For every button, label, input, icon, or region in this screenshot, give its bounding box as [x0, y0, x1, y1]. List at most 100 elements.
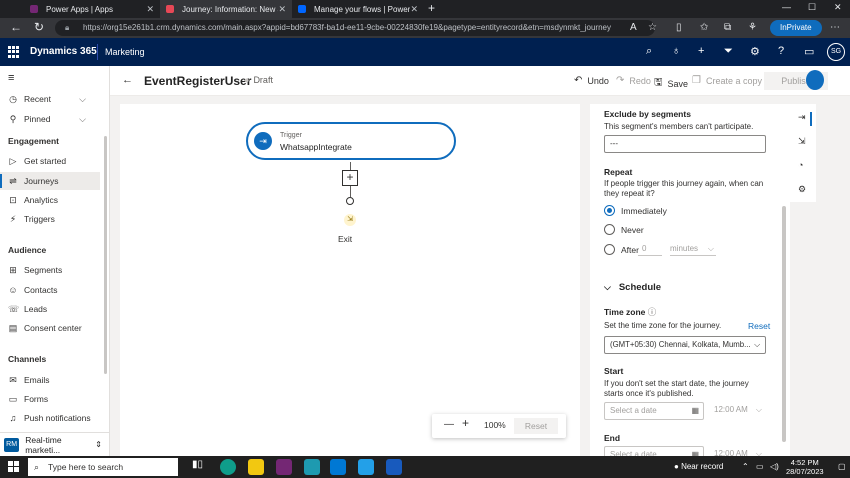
task-view-icon[interactable]: ▮▯: [192, 459, 208, 475]
app-launcher-icon[interactable]: [8, 46, 20, 58]
sidebar-item-recent[interactable]: ◷ Recent ⌵: [0, 90, 100, 108]
after-unit-select[interactable]: minutes ⌵: [670, 242, 716, 256]
chat-icon[interactable]: ▭: [804, 45, 814, 58]
sidebar-item-get-started[interactable]: ▷ Get started: [0, 152, 100, 170]
back-arrow-icon[interactable]: ←: [122, 74, 133, 86]
powerapps-icon[interactable]: [276, 459, 292, 475]
calendar-icon: ▦: [691, 406, 699, 415]
properties-icon[interactable]: ⇥: [798, 112, 806, 123]
sidebar-item-forms[interactable]: ▭ Forms: [0, 390, 100, 408]
undo-button[interactable]: ↶ Undo: [574, 75, 609, 86]
radio-after[interactable]: After: [604, 244, 639, 255]
minimize-icon[interactable]: —: [782, 2, 791, 12]
close-icon[interactable]: ✕: [410, 4, 418, 15]
sidebar-item-push-notifications[interactable]: ♫ Push notifications: [0, 409, 100, 427]
sidebar-item-consent-center[interactable]: ▤ Consent center: [0, 319, 100, 337]
taskbar-clock[interactable]: 4:52 PM 28/07/2023: [786, 458, 824, 476]
windows-start-icon[interactable]: [8, 461, 19, 472]
sidebar-item-contacts[interactable]: ☺ Contacts: [0, 281, 100, 299]
zoom-reset-button[interactable]: Reset: [514, 418, 558, 434]
sidebar-item-label: Emails: [24, 375, 50, 385]
panel-scrollbar[interactable]: [782, 206, 786, 442]
end-date-input[interactable]: Select a date ▦: [604, 446, 704, 456]
timezone-reset-link[interactable]: Reset: [748, 321, 770, 331]
zoom-in-button[interactable]: +: [462, 416, 469, 430]
end-time-select[interactable]: 12:00 AM ⌵: [710, 446, 766, 456]
browser-tab[interactable]: Manage your flows | Power Auto ✕: [292, 0, 424, 18]
url-field[interactable]: 🔒︎ https://org15e261b1.crm.dynamics.com/…: [55, 20, 655, 36]
close-icon[interactable]: ✕: [146, 4, 154, 15]
copilot-icon[interactable]: [806, 70, 824, 90]
lightbulb-icon[interactable]: ♁: [672, 45, 680, 57]
after-value-input[interactable]: 0: [638, 242, 662, 256]
tab-title: Manage your flows | Power Auto: [314, 4, 411, 14]
sidebar-item-emails[interactable]: ✉ Emails: [0, 371, 100, 389]
favorite-star-icon[interactable]: ☆: [648, 22, 657, 33]
area-switcher[interactable]: RM Real-time marketi... ⇕: [0, 432, 110, 456]
chevron-up-icon[interactable]: ⌃: [742, 462, 749, 471]
trigger-tile[interactable]: ⇥ Trigger WhatsappIntegrate: [246, 122, 456, 160]
sidebar-item-leads[interactable]: ☏ Leads: [0, 300, 100, 318]
add-step-button[interactable]: +: [342, 170, 358, 186]
sidebar-item-pinned[interactable]: ⚲ Pinned ⌵: [0, 110, 100, 128]
info-icon[interactable]: ⓘ: [648, 307, 657, 317]
add-icon[interactable]: +: [698, 45, 704, 57]
avatar[interactable]: SG: [827, 43, 845, 61]
radio-never[interactable]: Never: [604, 224, 644, 235]
start-date-input[interactable]: Select a date ▦: [604, 402, 704, 420]
file-explorer-icon[interactable]: [248, 459, 264, 475]
create-copy-button[interactable]: ❐ Create a copy: [692, 75, 762, 86]
notifications-icon[interactable]: ▢: [838, 462, 846, 471]
close-window-icon[interactable]: ✕: [834, 2, 842, 13]
start-time-select[interactable]: 12:00 AM ⌵: [710, 402, 766, 420]
help-icon[interactable]: ?: [778, 45, 784, 57]
settings-gear-icon[interactable]: ⚙: [750, 45, 760, 58]
read-aloud-icon[interactable]: A: [630, 22, 637, 33]
collections-icon[interactable]: ⧉: [724, 22, 731, 33]
filter-icon[interactable]: ⏷: [724, 45, 733, 58]
edge-browser-icon[interactable]: [220, 459, 236, 475]
volume-icon[interactable]: ◁): [770, 462, 779, 471]
split-screen-icon[interactable]: ▯: [676, 22, 682, 33]
battery-icon[interactable]: ▭: [756, 462, 764, 471]
sidebar-item-triggers[interactable]: ⚡︎ Triggers: [0, 210, 100, 228]
browser-tab[interactable]: Power Apps | Apps ✕: [24, 0, 160, 18]
favorites-icon[interactable]: ✩: [700, 22, 708, 33]
sidebar-scrollbar[interactable]: [104, 136, 107, 374]
browser-tab-active[interactable]: Journey: Information: New Journ ✕: [160, 0, 292, 18]
group-heading-channels: Channels: [8, 354, 47, 364]
redo-button[interactable]: ↷ Redo: [616, 75, 651, 86]
app-icon[interactable]: [304, 459, 320, 475]
save-button[interactable]: 🖫︎ Save: [654, 75, 688, 92]
new-tab-icon[interactable]: +: [428, 1, 435, 15]
settings-gear-icon[interactable]: ⚙: [798, 184, 806, 195]
extensions-icon[interactable]: ⚘: [748, 22, 757, 33]
sidebar-item-journeys[interactable]: ⇌ Journeys: [0, 172, 100, 190]
radio-immediately[interactable]: Immediately: [604, 205, 667, 216]
timezone-select[interactable]: (GMT+05:30) Chennai, Kolkata, Mumb... ⌵: [604, 336, 766, 354]
schedule-section-toggle[interactable]: ⌵ Schedule: [604, 282, 661, 293]
taskbar-search-input[interactable]: ⌕ Type here to search: [28, 458, 178, 476]
hamburger-menu-icon[interactable]: ≡: [8, 72, 14, 84]
search-icon[interactable]: ⌕: [646, 45, 652, 58]
more-icon[interactable]: ⋯: [830, 22, 840, 33]
back-icon[interactable]: ←: [10, 20, 22, 34]
close-icon[interactable]: ✕: [278, 4, 286, 15]
validation-icon[interactable]: ◔: [798, 160, 803, 170]
exclude-segments-input[interactable]: ---: [604, 135, 766, 153]
maximize-icon[interactable]: ☐: [808, 2, 816, 13]
sidebar-item-segments[interactable]: ⊞ Segments: [0, 261, 100, 279]
sidebar-item-analytics[interactable]: ⊡ Analytics: [0, 191, 100, 209]
inprivate-badge[interactable]: InPrivate: [770, 20, 822, 36]
vscode-icon[interactable]: [358, 459, 374, 475]
goals-icon[interactable]: ⇲: [798, 136, 806, 147]
near-record-indicator[interactable]: ● Near record: [674, 462, 723, 471]
connector-node: [346, 197, 354, 205]
app-name[interactable]: Dynamics 365: [30, 46, 97, 57]
journey-canvas[interactable]: ⇥ Trigger WhatsappIntegrate + ⇲ Exit — +…: [120, 104, 580, 456]
outlook-icon[interactable]: [330, 459, 346, 475]
refresh-icon[interactable]: ↻: [34, 20, 44, 34]
word-icon[interactable]: [386, 459, 402, 475]
zoom-out-button[interactable]: —: [444, 419, 454, 430]
copy-icon: ❐: [692, 75, 701, 86]
